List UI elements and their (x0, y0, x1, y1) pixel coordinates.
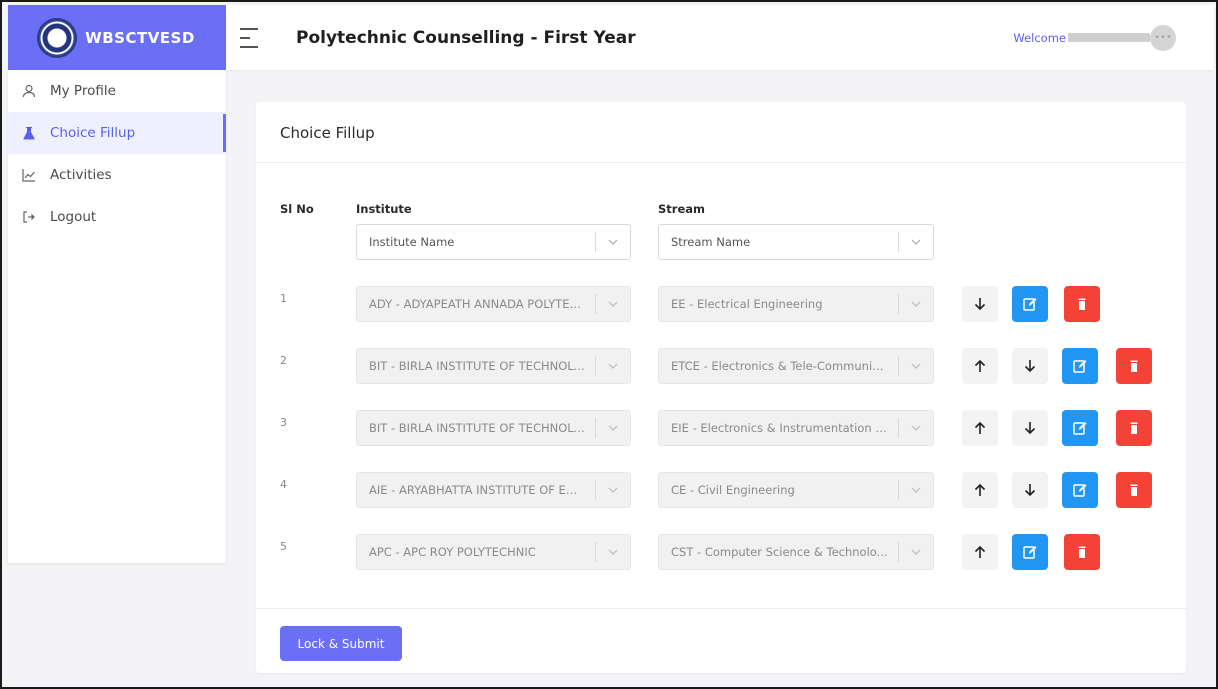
sidebar-item-activities[interactable]: Activities (8, 154, 226, 196)
sidebar-item-label: Activities (50, 167, 112, 183)
chevron-down-icon (596, 363, 630, 369)
row-stream-select[interactable]: EE - Electrical Engineering (658, 286, 934, 322)
column-header-stream: Stream (658, 202, 705, 216)
wbsctvesd-logo-icon (39, 19, 76, 56)
arrow-down-icon (974, 298, 986, 311)
move-up-button[interactable] (962, 410, 998, 446)
edit-button[interactable] (1062, 410, 1098, 446)
row-institute-select[interactable]: BIT - BIRLA INSTITUTE OF TECHNOLOGY (356, 348, 631, 384)
chart-line-icon (22, 168, 36, 182)
arrow-down-icon (1024, 484, 1036, 497)
welcome-text: Welcome (1013, 31, 1150, 45)
sidebar: My Profile Choice Fillup Activities Logo… (8, 70, 226, 563)
chevron-down-icon (899, 549, 933, 555)
card-title: Choice Fillup (280, 124, 375, 142)
move-down-button[interactable] (962, 286, 998, 322)
row-slno: 4 (280, 478, 287, 491)
arrow-up-icon (974, 483, 986, 496)
redacted-username (1068, 33, 1150, 42)
row-institute-select[interactable]: ADY - ADYAPEATH ANNADA POLYTECH... (356, 286, 631, 322)
edit-button[interactable] (1012, 286, 1048, 322)
row-stream-select[interactable]: EIE - Electronics & Instrumentation En..… (658, 410, 934, 446)
move-down-button[interactable] (1012, 348, 1048, 384)
logout-icon (22, 210, 36, 224)
lock-and-submit-button[interactable]: Lock & Submit (280, 626, 402, 661)
chevron-down-icon (596, 487, 630, 493)
move-up-button[interactable] (962, 472, 998, 508)
edit-icon (1023, 546, 1037, 559)
chevron-down-icon (596, 425, 630, 431)
delete-button[interactable] (1116, 410, 1152, 446)
choice-fillup-card: Choice Fillup Sl No Institute Stream Ins… (256, 102, 1186, 673)
row-stream-select[interactable]: CE - Civil Engineering (658, 472, 934, 508)
brand-bar[interactable]: WBSCTVESD (8, 5, 226, 70)
institute-filter-select[interactable]: Institute Name (356, 224, 631, 260)
trash-icon (1130, 484, 1138, 496)
row-slno: 2 (280, 354, 287, 367)
row-institute-select[interactable]: APC - APC ROY POLYTECHNIC (356, 534, 631, 570)
arrow-up-icon (974, 359, 986, 372)
divider (256, 608, 1186, 609)
edit-button[interactable] (1062, 472, 1098, 508)
arrow-up-icon (974, 545, 986, 558)
delete-button[interactable] (1116, 348, 1152, 384)
row-slno: 3 (280, 416, 287, 429)
trash-icon (1078, 298, 1086, 310)
chevron-down-icon (899, 301, 933, 307)
move-down-button[interactable] (1012, 410, 1048, 446)
edit-icon (1073, 484, 1087, 497)
edit-icon (1073, 422, 1087, 435)
avatar[interactable]: ••• (1150, 24, 1176, 51)
move-up-button[interactable] (962, 348, 998, 384)
flask-icon (22, 126, 36, 140)
move-up-button[interactable] (962, 534, 998, 570)
column-header-slno: Sl No (280, 202, 314, 216)
chevron-down-icon (899, 239, 933, 245)
brand-name: WBSCTVESD (85, 28, 195, 47)
trash-icon (1130, 360, 1138, 372)
edit-icon (1073, 360, 1087, 373)
sidebar-item-choice-fillup[interactable]: Choice Fillup (8, 112, 226, 154)
sidebar-item-my-profile[interactable]: My Profile (8, 70, 226, 112)
user-icon (22, 84, 36, 98)
chevron-down-icon (596, 301, 630, 307)
page-title: Polytechnic Counselling - First Year (296, 27, 636, 48)
edit-button[interactable] (1012, 534, 1048, 570)
trash-icon (1078, 546, 1086, 558)
row-institute-select[interactable]: AIE - ARYABHATTA INSTITUTE OF ENGG... (356, 472, 631, 508)
chevron-down-icon (899, 487, 933, 493)
arrow-down-icon (1024, 360, 1036, 373)
sidebar-item-label: My Profile (50, 83, 116, 99)
chevron-down-icon (596, 549, 630, 555)
arrow-down-icon (1024, 422, 1036, 435)
row-stream-select[interactable]: CST - Computer Science & Technolo... (658, 534, 934, 570)
delete-button[interactable] (1064, 286, 1100, 322)
row-slno: 1 (280, 292, 287, 305)
column-header-institute: Institute (356, 202, 412, 216)
move-down-button[interactable] (1012, 472, 1048, 508)
trash-icon (1130, 422, 1138, 434)
sidebar-item-label: Choice Fillup (50, 125, 136, 141)
menu-toggle-icon[interactable] (240, 27, 262, 48)
row-stream-select[interactable]: ETCE - Electronics & Tele-Communic... (658, 348, 934, 384)
divider (256, 162, 1186, 163)
edit-icon (1023, 298, 1037, 311)
chevron-down-icon (596, 239, 630, 245)
delete-button[interactable] (1116, 472, 1152, 508)
edit-button[interactable] (1062, 348, 1098, 384)
chevron-down-icon (899, 363, 933, 369)
top-header: Polytechnic Counselling - First Year Wel… (226, 5, 1214, 70)
row-slno: 5 (280, 540, 287, 553)
app-window: WBSCTVESD My Profile Choice Fillup Activ… (0, 0, 1218, 689)
stream-filter-select[interactable]: Stream Name (658, 224, 934, 260)
sidebar-item-logout[interactable]: Logout (8, 196, 226, 238)
arrow-up-icon (974, 421, 986, 434)
sidebar-item-label: Logout (50, 209, 97, 225)
chevron-down-icon (899, 425, 933, 431)
row-institute-select[interactable]: BIT - BIRLA INSTITUTE OF TECHNOLOGY (356, 410, 631, 446)
delete-button[interactable] (1064, 534, 1100, 570)
